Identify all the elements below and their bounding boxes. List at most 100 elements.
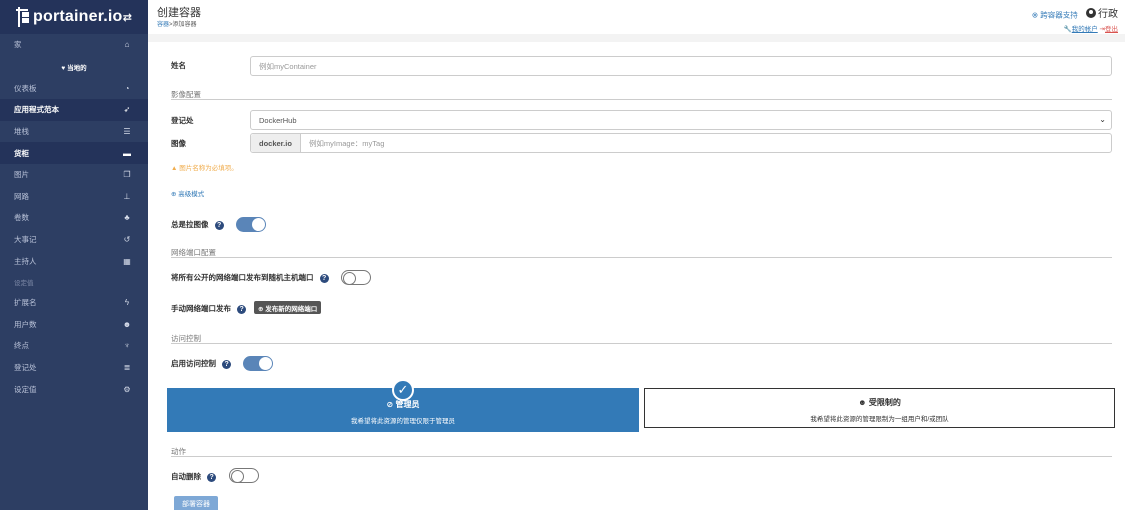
check-icon: ✓ [392, 379, 414, 401]
always-pull-label: 总是拉图像 ? [171, 219, 224, 230]
logout-link[interactable]: 登出 [1105, 26, 1118, 33]
sidebar-item-label: 应用程式范本 [14, 105, 59, 115]
bolt-icon: ϟ [124, 298, 130, 308]
logo-bar: portainer.io ⇄ [0, 0, 148, 34]
restricted-title-text: 受限制的 [868, 398, 901, 407]
question-circle-icon: ? [207, 472, 217, 482]
restricted-option-title: ☻ 受限制的 [645, 397, 1114, 408]
th-icon: ▦ [123, 256, 131, 266]
publish-new-port-button[interactable]: ⊕ 发布新的网络端口 [254, 301, 322, 314]
sidebar-item-dashboard[interactable]: 仪表板 ◔ [0, 78, 148, 100]
image-warning: ▲ 图片名称为必填项。 [171, 165, 238, 172]
sidebar-item-label: 卷数 [14, 213, 29, 223]
sidebar-item-host[interactable]: 主持人 ▦ [0, 250, 148, 272]
sidebar-item-users[interactable]: 用户数 ☻ [0, 314, 148, 336]
sidebar-item-networks[interactable]: 网路 ⊥ [0, 186, 148, 208]
eye-slash-icon: ⊘ [386, 400, 394, 409]
name-input[interactable]: 例如myContainer [250, 56, 1112, 76]
account-links: 🔧我的帐户 ⇥登出 [1032, 23, 1118, 33]
sidebar-item-app-templates[interactable]: 应用程式范本 ➶ [0, 99, 148, 121]
sidebar-item-containers[interactable]: 货柜 ▬ [0, 142, 148, 164]
breadcrumb-current: 添加容器 [172, 22, 197, 28]
sidebar-item-extensions[interactable]: 扩展名 ϟ [0, 292, 148, 314]
breadcrumb-link-containers[interactable]: 容器 [157, 22, 169, 28]
question-circle-icon: ? [237, 304, 247, 314]
user-menu: 行政 [1086, 5, 1118, 20]
publish-all-toggle[interactable] [341, 270, 371, 285]
endpoint-label: ♥ 当地的 [61, 64, 87, 72]
portainer-logo-icon [14, 7, 30, 27]
name-label: 姓名 [171, 61, 186, 70]
always-pull-toggle[interactable] [236, 217, 266, 232]
sidebar-item-images[interactable]: 图片 ❐ [0, 164, 148, 186]
main-content: 姓名 例如myContainer 影像配置 登记处 DockerHub ⌄ 图像… [148, 34, 1125, 510]
access-control-toggle[interactable] [243, 356, 273, 371]
admin-title-text: 管理员 [395, 400, 420, 409]
sidebar-item-registries[interactable]: 登记处 ≣ [0, 357, 148, 379]
sidebar-item-label: 大事记 [14, 235, 37, 245]
users-icon: ☻ [858, 398, 867, 407]
sidebar-item-settings[interactable]: 设定值 ⚙ [0, 378, 148, 400]
home-icon: ⌂ [124, 40, 130, 50]
sidebar-item-label: 扩展名 [14, 298, 37, 308]
sidebar-item-home[interactable]: 家 ⌂ [0, 34, 148, 56]
clone-icon: ❐ [123, 170, 131, 180]
support-link[interactable]: ⊗ 跨容器支持 [1032, 11, 1078, 20]
server-icon: ▬ [123, 148, 131, 158]
my-account-link[interactable]: 我的帐户 [1072, 26, 1098, 33]
question-circle-icon: ? [222, 359, 232, 369]
user-circle-icon [1086, 7, 1096, 18]
deploy-container-button[interactable]: 部署容器 [174, 496, 218, 510]
manual-publish-label: 手动网络端口发布 ? [171, 303, 247, 314]
app-root: portainer.io ⇄ 家 ⌂ ♥ 当地的 仪表板 ◔ 应用程式范本 ➶ … [0, 0, 1125, 510]
th-list-icon: ☰ [123, 127, 131, 137]
database-icon: ≣ [123, 363, 131, 373]
restricted-option[interactable]: ☻ 受限制的 我希望将此资源的管理限制为一组用户和/或团队 [644, 388, 1115, 428]
users-icon: ☻ [122, 319, 132, 329]
sidebar-item-label: 设定值 [14, 384, 37, 394]
cogs-icon: ⚙ [123, 384, 131, 394]
sidebar-item-label: 堆栈 [14, 127, 29, 137]
sidebar-item-label: 终点 [14, 341, 29, 351]
registry-select[interactable]: DockerHub ⌄ [250, 110, 1112, 130]
publish-all-label: 将所有公开的网络端口发布到随机主机端口 ? [171, 272, 329, 283]
image-registry-prefix: docker.io [251, 134, 301, 152]
history-icon: ↺ [123, 235, 131, 245]
registry-label: 登记处 [171, 116, 194, 125]
sidebar-item-label: 网路 [14, 191, 29, 201]
wrench-icon: 🔧 [1063, 25, 1072, 33]
logo-text: portainer.io [33, 8, 123, 25]
question-circle-icon: ? [214, 220, 224, 230]
publish-all-text: 将所有公开的网络端口发布到随机主机端口 [171, 273, 314, 282]
sidebar-item-stacks[interactable]: 堆栈 ☰ [0, 121, 148, 143]
enable-access-label: 启用访问控制 ? [171, 358, 232, 369]
sidebar-item-label: 货柜 [14, 148, 29, 158]
auto-remove-toggle[interactable] [229, 468, 259, 483]
sidebar-item-endpoints[interactable]: 终点 ♆ [0, 335, 148, 357]
sidebar: portainer.io ⇄ 家 ⌂ ♥ 当地的 仪表板 ◔ 应用程式范本 ➶ … [0, 0, 148, 510]
sidebar-item-label: 用户数 [14, 319, 37, 329]
sidebar-item-label: 图片 [14, 170, 29, 180]
auto-remove-label: 自动删除 ? [171, 471, 217, 482]
restricted-option-desc: 我希望将此资源的管理限制为一组用户和/或团队 [810, 416, 949, 423]
page-title: 创建容器 [157, 7, 201, 19]
page-header: 创建容器 容器>添加容器 ⊗ 跨容器支持 行政 🔧我的帐户 ⇥登出 [148, 0, 1125, 34]
dashboard-icon: ◔ [124, 83, 130, 93]
advanced-mode-link[interactable]: ⊕ 高级模式 [171, 188, 204, 198]
sidebar-item-label: 登记处 [14, 363, 37, 373]
sidebar-item-events[interactable]: 大事记 ↺ [0, 229, 148, 251]
registry-value: DockerHub [259, 115, 297, 125]
exchange-icon[interactable]: ⇄ [123, 11, 132, 24]
manual-publish-text: 手动网络端口发布 [171, 304, 231, 313]
cubes-icon: ♣ [124, 213, 130, 223]
name-placeholder: 例如myContainer [259, 61, 317, 71]
enable-access-text: 启用访问控制 [171, 359, 216, 368]
breadcrumb: 容器>添加容器 [157, 19, 197, 28]
plug-icon: ♆ [124, 341, 130, 351]
question-circle-icon: ? [319, 273, 329, 283]
image-input[interactable]: docker.io 例如myImage：myTag [250, 133, 1112, 153]
sitemap-icon: ⊥ [123, 191, 131, 201]
sidebar-item-label: 主持人 [14, 256, 37, 266]
sidebar-item-volumes[interactable]: 卷数 ♣ [0, 207, 148, 229]
sidebar-item-label: 仪表板 [14, 83, 37, 93]
